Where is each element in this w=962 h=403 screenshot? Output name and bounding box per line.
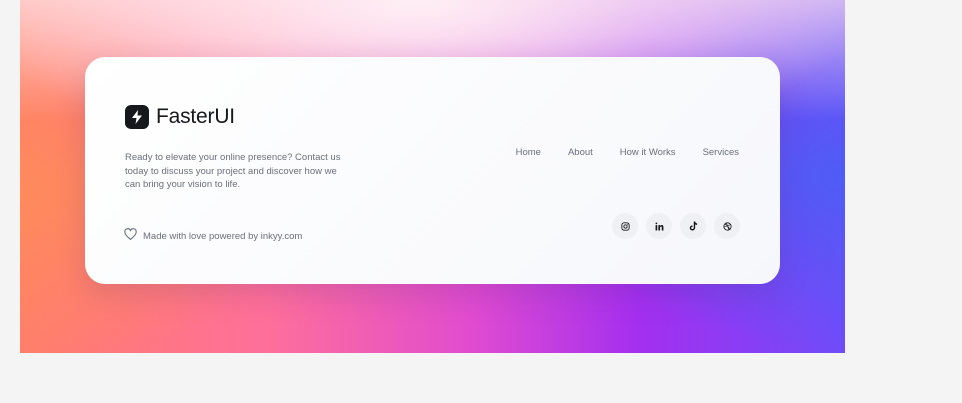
dribbble-icon[interactable] [714,213,740,239]
lightning-bolt-icon [125,105,149,129]
brand[interactable]: FasterUI [125,105,235,129]
tiktok-icon[interactable] [680,213,706,239]
nav-how-it-works[interactable]: How it Works [620,147,676,158]
footer-card: FasterUI Ready to elevate your online pr… [85,57,780,284]
nav-services[interactable]: Services [703,147,739,158]
linkedin-icon[interactable] [646,213,672,239]
nav-about[interactable]: About [568,147,593,158]
social-links [612,213,740,239]
nav-home[interactable]: Home [516,147,541,158]
heart-icon [124,227,137,245]
footer-nav: Home About How it Works Services [516,147,739,158]
made-with-love-text: Made with love powered by inkyy.com [143,230,303,242]
tagline: Ready to elevate your online presence? C… [125,152,341,190]
brand-name: FasterUI [156,105,235,128]
instagram-icon[interactable] [612,213,638,239]
made-with-love: Made with love powered by inkyy.com [124,227,302,245]
